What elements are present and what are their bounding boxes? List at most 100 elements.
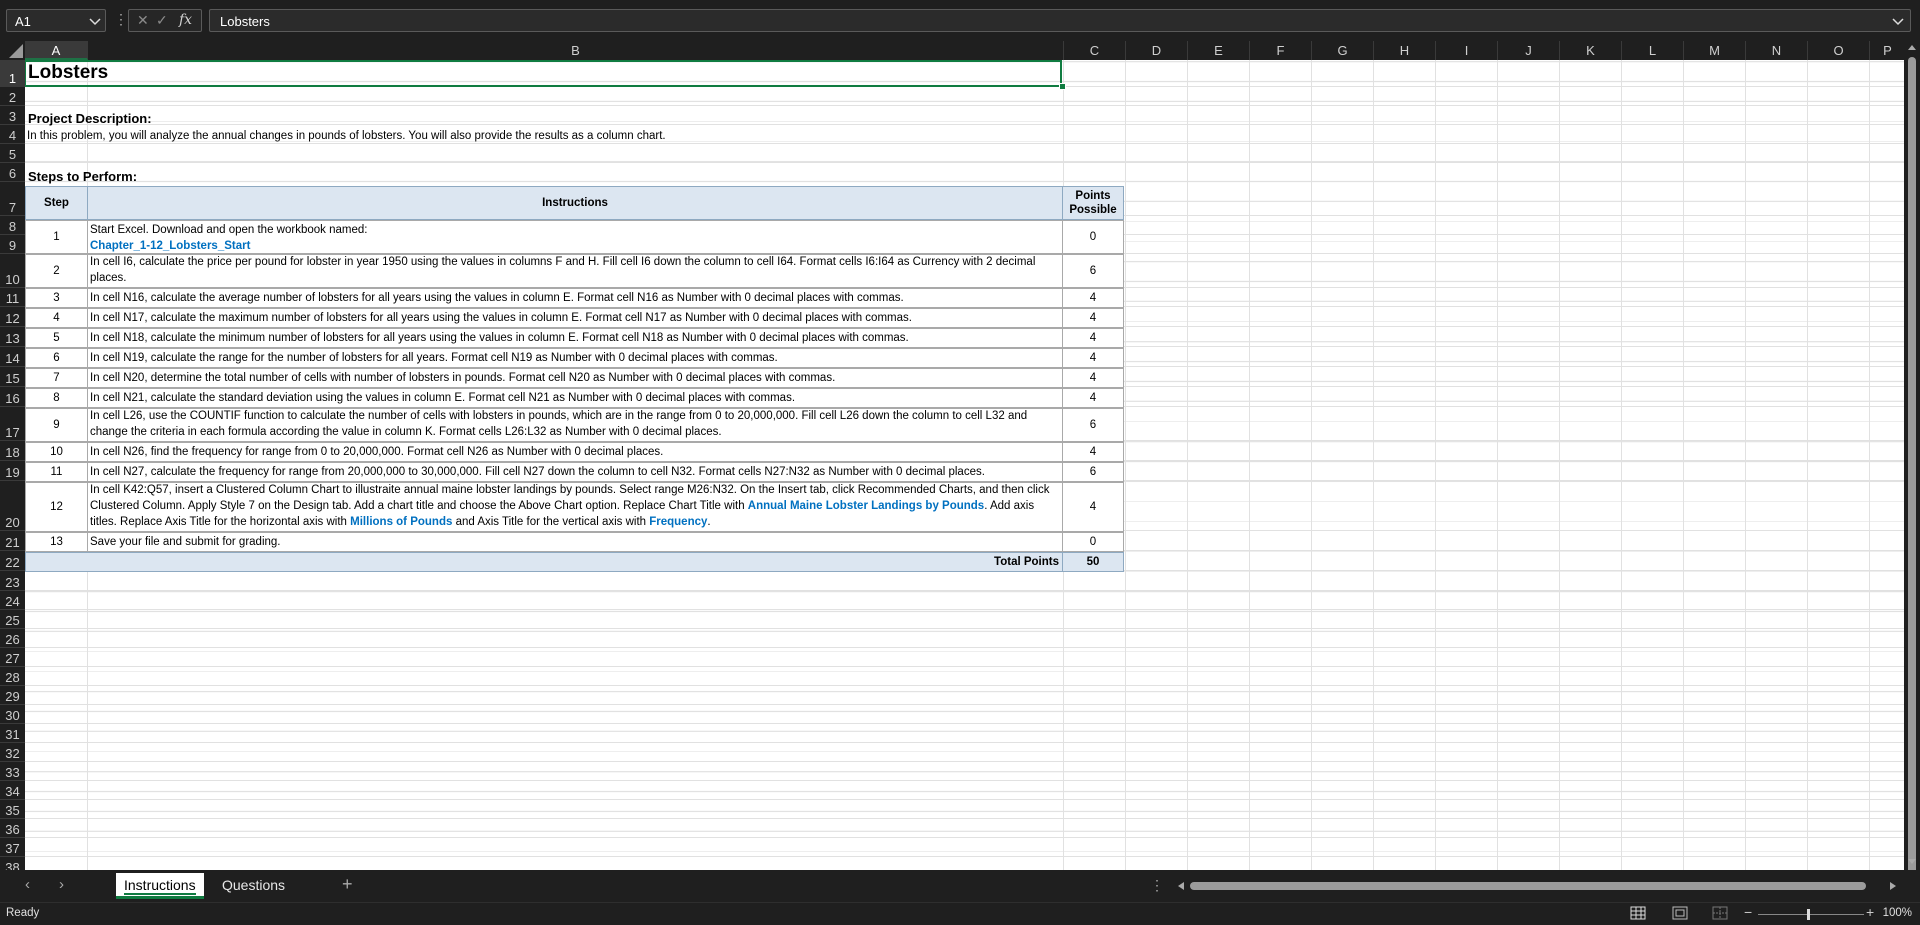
row-header-3[interactable]: 3 [0,106,25,125]
header-instructions[interactable]: Instructions [87,186,1063,220]
step-number[interactable]: 7 [25,368,88,388]
step-instruction[interactable]: In cell N16, calculate the average numbe… [87,288,1063,308]
header-points[interactable]: Points Possible [1062,186,1124,220]
step-instruction[interactable]: In cell K42:Q57, insert a Clustered Colu… [87,482,1063,532]
header-step[interactable]: Step [25,186,88,220]
workbook-name-link[interactable]: Chapter_1-12_Lobsters_Start [90,238,1060,254]
step-instruction[interactable]: In cell N21, calculate the standard devi… [87,388,1063,408]
zoom-slider-knob[interactable] [1807,909,1810,920]
horizontal-scroll-thumb[interactable] [1190,882,1866,890]
column-header-a[interactable]: A [25,41,88,60]
step-number[interactable]: 5 [25,328,88,348]
project-description-text[interactable]: In this problem, you will analyze the an… [27,128,666,145]
row-header-27[interactable]: 27 [0,648,25,667]
row-header-13[interactable]: 13 [0,327,25,347]
scroll-up-icon[interactable] [1907,43,1917,51]
step-number[interactable]: 2 [25,254,88,288]
step-number[interactable]: 4 [25,308,88,328]
row-header-12[interactable]: 12 [0,307,25,327]
row-header-28[interactable]: 28 [0,667,25,686]
row-header-2[interactable]: 2 [0,87,25,106]
step-instruction[interactable]: In cell I6, calculate the price per poun… [87,254,1063,288]
column-header-n[interactable]: N [1746,41,1808,60]
points-value[interactable]: 6 [1062,408,1124,442]
row-header-16[interactable]: 16 [0,387,25,407]
worksheet-grid[interactable]: Lobsters Project Description: In this pr… [25,60,1904,870]
step-instruction[interactable]: In cell N26, find the frequency for rang… [87,442,1063,462]
row-header-6[interactable]: 6 [0,163,25,182]
column-header-o[interactable]: O [1808,41,1870,60]
more-options-icon[interactable]: ⋮ [1150,877,1164,894]
add-sheet-icon[interactable]: + [342,874,353,895]
steps-label[interactable]: Steps to Perform: [28,168,137,185]
row-header-19[interactable]: 19 [0,461,25,481]
points-value[interactable]: 4 [1062,328,1124,348]
total-points-value[interactable]: 50 [1062,552,1124,572]
points-value[interactable]: 6 [1062,462,1124,482]
points-value[interactable]: 4 [1062,388,1124,408]
project-description-label[interactable]: Project Description: [28,110,152,127]
vertical-scrollbar[interactable] [1904,41,1920,877]
step-number[interactable]: 9 [25,408,88,442]
points-value[interactable]: 4 [1062,348,1124,368]
chevron-down-icon[interactable] [89,16,101,26]
row-header-36[interactable]: 36 [0,819,25,838]
column-header-e[interactable]: E [1188,41,1250,60]
row-header-26[interactable]: 26 [0,629,25,648]
points-value[interactable]: 4 [1062,482,1124,532]
vertical-scroll-thumb[interactable] [1908,57,1916,877]
step-instruction[interactable]: In cell L26, use the COUNTIF function to… [87,408,1063,442]
row-header-38[interactable]: 38 [0,857,25,870]
zoom-slider-track[interactable] [1758,914,1864,915]
step-number[interactable]: 3 [25,288,88,308]
points-value[interactable]: 4 [1062,368,1124,388]
row-header-1[interactable]: 1 [0,60,25,87]
column-header-c[interactable]: C [1064,41,1126,60]
row-header-18[interactable]: 18 [0,441,25,461]
column-header-k[interactable]: K [1560,41,1622,60]
row-header-9[interactable]: 9 [0,235,25,254]
zoom-level[interactable]: 100% [1883,907,1912,919]
row-header-25[interactable]: 25 [0,610,25,629]
step-number[interactable]: 10 [25,442,88,462]
points-value[interactable]: 0 [1062,220,1124,254]
cancel-icon[interactable]: ✕ [137,12,149,29]
step-number[interactable]: 1 [25,220,88,254]
tab-instructions[interactable]: Instructions [116,873,204,899]
row-header-7[interactable]: 7 [0,182,25,216]
select-all-corner[interactable] [0,41,25,60]
step-instruction[interactable]: In cell N19, calculate the range for the… [87,348,1063,368]
column-header-h[interactable]: H [1374,41,1436,60]
row-header-29[interactable]: 29 [0,686,25,705]
row-header-34[interactable]: 34 [0,781,25,800]
normal-view-icon[interactable] [1630,906,1646,920]
prev-sheet-icon[interactable]: ‹ [25,876,30,893]
step-instruction[interactable]: Start Excel. Download and open the workb… [87,220,1063,254]
row-header-33[interactable]: 33 [0,762,25,781]
column-header-i[interactable]: I [1436,41,1498,60]
column-header-l[interactable]: L [1622,41,1684,60]
points-value[interactable]: 4 [1062,288,1124,308]
row-header-20[interactable]: 20 [0,481,25,531]
row-header-30[interactable]: 30 [0,705,25,724]
tab-questions[interactable]: Questions [214,873,293,899]
row-header-10[interactable]: 10 [0,254,25,288]
step-number[interactable]: 6 [25,348,88,368]
step-number[interactable]: 11 [25,462,88,482]
step-number[interactable]: 13 [25,532,88,552]
row-header-5[interactable]: 5 [0,144,25,163]
column-header-b[interactable]: B [88,41,1064,60]
row-header-15[interactable]: 15 [0,367,25,387]
more-options-icon[interactable]: ⋮ [114,11,128,28]
row-header-4[interactable]: 4 [0,125,25,144]
row-header-17[interactable]: 17 [0,407,25,441]
row-header-35[interactable]: 35 [0,800,25,819]
row-header-21[interactable]: 21 [0,531,25,551]
points-value[interactable]: 0 [1062,532,1124,552]
column-header-d[interactable]: D [1126,41,1188,60]
row-header-14[interactable]: 14 [0,347,25,367]
zoom-out-icon[interactable]: − [1744,904,1752,920]
row-header-22[interactable]: 22 [0,551,25,571]
row-header-32[interactable]: 32 [0,743,25,762]
scroll-right-icon[interactable] [1888,881,1898,891]
